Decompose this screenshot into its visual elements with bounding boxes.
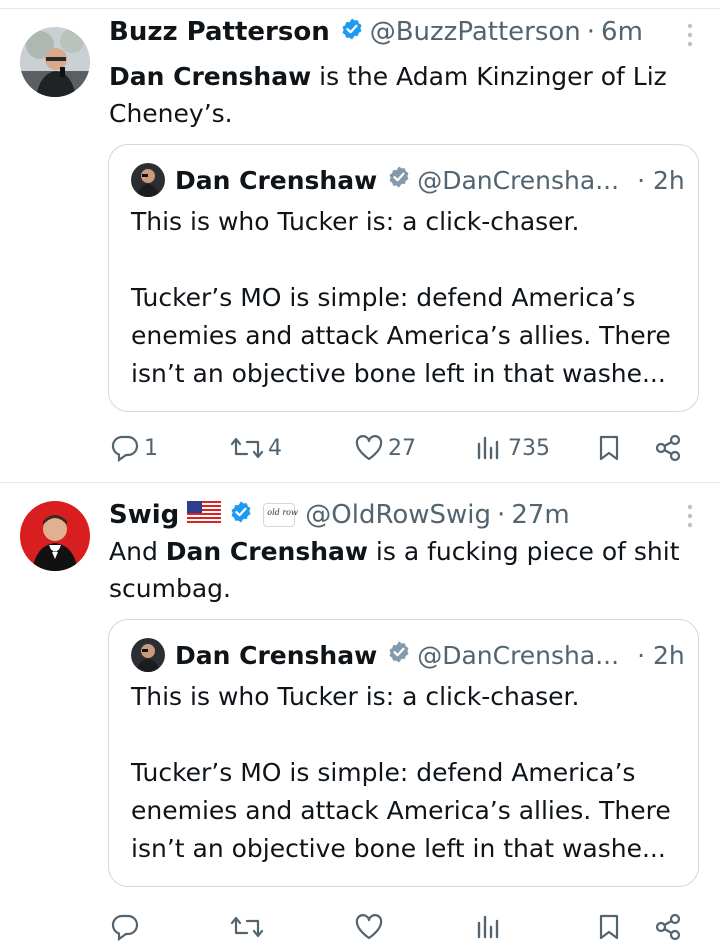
us-flag-icon bbox=[187, 500, 222, 530]
tweet-text: Dan Crenshaw is the Adam Kinzinger of Li… bbox=[109, 58, 689, 132]
like-count: 27 bbox=[388, 435, 416, 461]
quoted-timestamp: · 2h bbox=[637, 640, 685, 670]
tweet-text-pre: And bbox=[109, 537, 166, 566]
timestamp[interactable]: 6m bbox=[601, 17, 643, 47]
views-count: 735 bbox=[508, 435, 550, 461]
quoted-tweet[interactable]: Dan Crenshaw @DanCrensha... · 2h This is… bbox=[108, 144, 699, 412]
author-name[interactable]: Swig bbox=[109, 500, 179, 530]
action-bar bbox=[110, 907, 690, 947]
bookmark-button[interactable] bbox=[596, 907, 622, 947]
bookmark-icon bbox=[599, 435, 619, 461]
mention-bold[interactable]: Dan Crenshaw bbox=[109, 62, 311, 91]
share-icon bbox=[655, 913, 681, 941]
author-handle[interactable]: @BuzzPatterson bbox=[370, 17, 581, 47]
quoted-text-line1: This is who Tucker is: a click-chaser. bbox=[131, 207, 580, 236]
quoted-avatar bbox=[131, 638, 165, 672]
more-dots-icon[interactable] bbox=[686, 503, 694, 533]
verified-badge-icon bbox=[340, 17, 364, 48]
like-icon bbox=[355, 914, 383, 940]
quoted-text-line2: Tucker’s MO is simple: defend America’s … bbox=[131, 283, 671, 388]
share-icon bbox=[655, 434, 681, 462]
author-handle[interactable]: @OldRowSwig bbox=[305, 500, 491, 530]
verified-badge-icon bbox=[229, 500, 253, 531]
quoted-author-handle: @DanCrensha... bbox=[417, 640, 620, 670]
gray-verified-badge-icon bbox=[387, 640, 411, 670]
more-dots-icon[interactable] bbox=[686, 22, 694, 52]
quoted-author-name: Dan Crenshaw bbox=[175, 165, 378, 195]
quoted-timestamp: · 2h bbox=[637, 165, 685, 195]
repost-icon bbox=[230, 437, 264, 459]
quoted-text-line2: Tucker’s MO is simple: defend America’s … bbox=[131, 758, 671, 863]
views-icon bbox=[477, 915, 499, 939]
quoted-tweet[interactable]: Dan Crenshaw @DanCrensha... · 2h This is… bbox=[108, 619, 699, 887]
quoted-header: Dan Crenshaw @DanCrensha... · 2h bbox=[131, 638, 685, 672]
quoted-text: This is who Tucker is: a click-chaser. T… bbox=[131, 203, 686, 393]
tweet-2[interactable]: Swig old row @OldRowSwig · 27m And Dan C… bbox=[0, 483, 720, 941]
bookmark-button[interactable] bbox=[596, 428, 622, 468]
action-bar: 1 4 27 735 bbox=[110, 428, 690, 468]
quoted-author-handle: @DanCrensha... bbox=[417, 165, 620, 195]
quoted-text: This is who Tucker is: a click-chaser. T… bbox=[131, 678, 686, 868]
like-icon bbox=[355, 435, 383, 461]
repost-count: 4 bbox=[268, 435, 282, 461]
reply-icon bbox=[111, 914, 139, 941]
gray-verified-badge-icon bbox=[387, 165, 411, 195]
share-button[interactable] bbox=[653, 907, 683, 947]
tweet-1[interactable]: Buzz Patterson @BuzzPatterson · 6m Dan C… bbox=[0, 0, 720, 482]
quoted-author-name: Dan Crenshaw bbox=[175, 640, 378, 670]
like-button[interactable]: 27 bbox=[354, 428, 416, 468]
avatar[interactable] bbox=[20, 27, 90, 97]
like-button[interactable] bbox=[354, 907, 384, 947]
views-icon bbox=[477, 436, 499, 460]
quoted-avatar bbox=[131, 163, 165, 197]
views-button[interactable] bbox=[474, 907, 504, 947]
mention-bold[interactable]: Dan Crenshaw bbox=[166, 537, 368, 566]
tweet-header: Buzz Patterson @BuzzPatterson · 6m bbox=[109, 14, 643, 50]
reply-count: 1 bbox=[144, 435, 158, 461]
reply-button[interactable]: 1 bbox=[110, 428, 158, 468]
repost-button[interactable] bbox=[230, 907, 264, 947]
repost-button[interactable]: 4 bbox=[230, 428, 282, 468]
reply-button[interactable] bbox=[110, 907, 140, 947]
reply-icon bbox=[111, 435, 139, 462]
tweet-header: Swig old row @OldRowSwig · 27m bbox=[109, 497, 570, 533]
affiliate-badge-icon[interactable]: old row bbox=[263, 503, 298, 527]
separator-dot: · bbox=[586, 17, 596, 47]
quoted-text-line1: This is who Tucker is: a click-chaser. bbox=[131, 682, 580, 711]
views-button[interactable]: 735 bbox=[474, 428, 550, 468]
tweet-text: And Dan Crenshaw is a fucking piece of s… bbox=[109, 533, 689, 607]
avatar[interactable] bbox=[20, 501, 90, 571]
repost-icon bbox=[230, 916, 264, 938]
bookmark-icon bbox=[599, 914, 619, 940]
timestamp[interactable]: 27m bbox=[511, 500, 569, 530]
quoted-header: Dan Crenshaw @DanCrensha... · 2h bbox=[131, 163, 685, 197]
share-button[interactable] bbox=[653, 428, 683, 468]
separator-dot: · bbox=[497, 500, 506, 530]
author-name[interactable]: Buzz Patterson bbox=[109, 17, 330, 47]
